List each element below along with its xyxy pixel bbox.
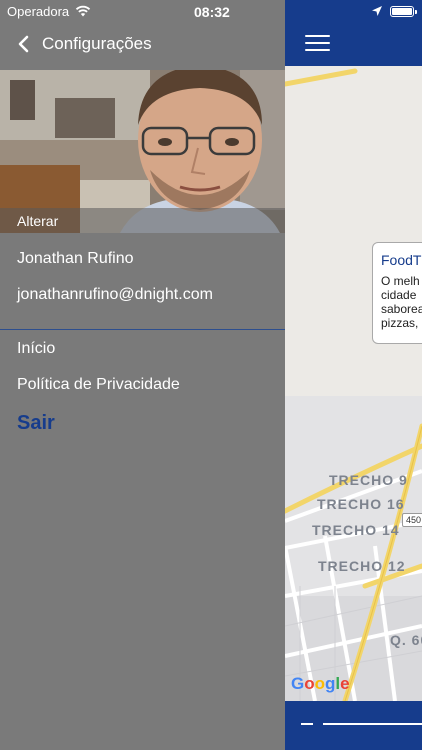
bottom-bar-indicator-long	[323, 723, 422, 725]
divider	[0, 329, 285, 330]
highway-shield: 450	[402, 513, 422, 527]
change-photo-label: Alterar	[17, 213, 59, 229]
map-bottom-bar	[285, 701, 422, 750]
road-label-trecho-16: TRECHO 16	[317, 496, 405, 512]
chevron-left-icon	[18, 35, 29, 53]
map-top-bar	[285, 0, 422, 66]
status-time: 08:32	[194, 4, 230, 20]
location-arrow-icon	[372, 6, 382, 16]
road-label-trecho-9: TRECHO 9	[329, 472, 408, 488]
menu-item-inicio[interactable]: Início	[17, 340, 55, 358]
carrier-name: Operadora	[7, 3, 70, 19]
back-button[interactable]: Configurações	[0, 22, 285, 66]
road-label-q60: Q. 60	[390, 632, 422, 648]
road-label-trecho-12: TRECHO 12	[318, 558, 406, 574]
user-name: Jonathan Rufino	[17, 250, 134, 267]
wifi-icon	[76, 5, 91, 17]
google-logo: Google	[291, 674, 350, 693]
map-status-icons	[285, 0, 422, 22]
callout-text: O melh cidade saborea pizzas,	[381, 274, 422, 330]
restaurant-callout[interactable]: FoodT O melh cidade saborea pizzas,	[372, 242, 422, 344]
bottom-bar-indicator-short	[301, 723, 313, 725]
menu-hamburger-icon[interactable]	[305, 35, 330, 51]
nav-title: Configurações	[42, 34, 152, 53]
profile-photo[interactable]: Alterar	[0, 70, 285, 233]
map-view[interactable]: TRECHO 9 TRECHO 16 TRECHO 14 TRECHO 12 Q…	[285, 66, 422, 701]
road-label-trecho-14: TRECHO 14	[312, 522, 400, 538]
menu-item-privacy-policy[interactable]: Política de Privacidade	[17, 376, 180, 394]
change-photo-button[interactable]: Alterar	[0, 208, 285, 233]
battery-icon	[390, 5, 417, 17]
map-screen: TRECHO 9 TRECHO 16 TRECHO 14 TRECHO 12 Q…	[285, 0, 422, 750]
menu-item-logout[interactable]: Sair	[17, 412, 55, 435]
user-email: jonathanrufino@dnight.com	[17, 286, 213, 303]
status-bar: Operadora 08:32	[0, 0, 285, 22]
side-drawer: Operadora 08:32 Configurações Alterar Jo…	[0, 0, 285, 750]
callout-title: FoodT	[381, 252, 422, 268]
